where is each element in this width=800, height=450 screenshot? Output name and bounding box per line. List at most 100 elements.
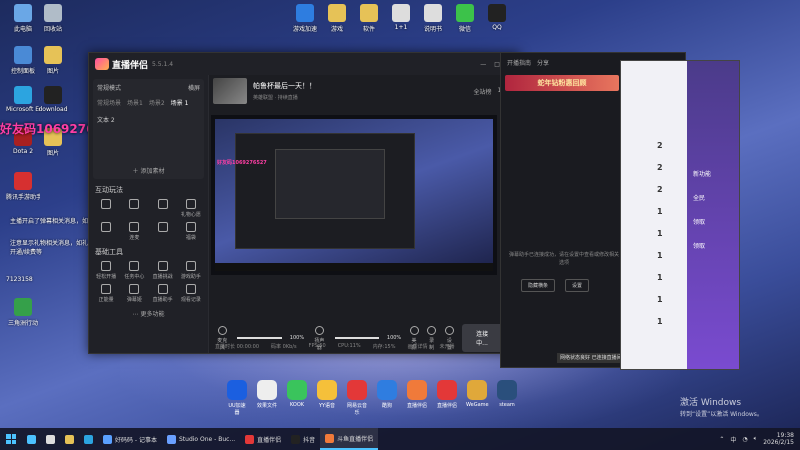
dock-app[interactable]: WeGame <box>466 380 489 416</box>
taskbar-app[interactable] <box>79 428 98 450</box>
orientation-label[interactable]: 横屏 <box>188 83 200 92</box>
interactive-tool[interactable] <box>150 222 176 241</box>
interactive-tool[interactable] <box>93 222 119 241</box>
tab-scene-1[interactable]: 场景1 <box>127 98 143 107</box>
task-panel[interactable]: 222111111 新功能 全民 领取 领取 <box>620 60 740 370</box>
interactive-tool[interactable]: 礼物心愿 <box>178 199 204 218</box>
dock-app-icon <box>407 380 427 400</box>
basic-tool[interactable]: 游戏助手 <box>178 261 204 280</box>
basic-tool[interactable]: 弹幕姬 <box>121 284 147 303</box>
stream-title[interactable]: 帕鲁杯最后一天！！ <box>253 81 316 91</box>
desktop-icon[interactable]: 说明书 <box>416 4 450 33</box>
chat-tab-guide[interactable]: 开播指南 <box>507 58 531 67</box>
side-banner-text[interactable]: 领取 <box>693 241 705 250</box>
basic-tool[interactable]: 轻松开播 <box>93 261 119 280</box>
interactive-tool[interactable]: 福袋 <box>178 222 204 241</box>
chat-settings-button[interactable]: 设置 <box>565 279 590 292</box>
side-banner-text[interactable]: 全民 <box>693 193 705 202</box>
tab-scene-2[interactable]: 场景2 <box>149 98 165 107</box>
start-button[interactable] <box>0 428 22 450</box>
dock-app[interactable]: YY语音 <box>316 380 338 416</box>
desktop-icon[interactable]: download <box>36 86 70 113</box>
desktop-icon[interactable]: QQ <box>480 4 514 31</box>
desktop-icon[interactable]: 软件 <box>352 4 386 33</box>
desktop-icon[interactable]: 回收站 <box>36 4 70 33</box>
dock-app[interactable]: 酷狗 <box>376 380 398 416</box>
dock-app[interactable]: 网易云音乐 <box>346 380 368 416</box>
taskbar-app[interactable]: 好码码 - 记事本 <box>98 428 162 450</box>
interactive-tool[interactable] <box>150 199 176 218</box>
desktop-icon[interactable]: 三角洲行动 <box>6 298 40 327</box>
chat-tab-share[interactable]: 分享 <box>537 58 549 67</box>
desktop-icon-label: 游戏 <box>330 26 343 33</box>
app-statusbar: 直播时长 00:00:00 码率 0Kb/s FPS:60 CPU:11% 内存:15%… <box>209 339 519 353</box>
add-source-button[interactable]: ＋ 添加素材 <box>93 166 204 175</box>
interactive-tool[interactable] <box>121 199 147 218</box>
source-item[interactable]: 文本 2 <box>97 115 200 124</box>
more-features-button[interactable]: ⋯ 更多功能 <box>89 309 208 318</box>
wifi-icon[interactable]: ◔ <box>742 436 747 443</box>
taskbar-app[interactable]: 直播伴侣 <box>240 428 286 450</box>
dock-app[interactable]: UU加速器 <box>226 380 248 416</box>
dock-app[interactable]: steam <box>496 380 518 416</box>
stream-infobar: 帕鲁杯最后一天！！ 英雄联盟 · 持续直播 全站榜 12 0 <box>209 75 519 107</box>
tool-icon <box>129 222 140 232</box>
taskbar-app[interactable]: 斗鱼直播伴侣 <box>320 428 379 450</box>
side-banner-text[interactable]: 新功能 <box>693 169 711 178</box>
basic-tool[interactable]: 任务中心 <box>121 261 147 280</box>
dock-app[interactable]: KOOK <box>286 380 308 416</box>
hide-bar-button[interactable]: 隐藏横条 <box>521 279 556 292</box>
speaker-icon <box>314 325 324 335</box>
chevron-up-icon[interactable]: ⌃ <box>719 436 724 443</box>
basic-tool[interactable]: 直播挑战 <box>150 261 176 280</box>
tool-label: 礼物心愿 <box>180 212 201 218</box>
tab-scene-0[interactable]: 常规场景 <box>97 98 121 107</box>
desktop-icon[interactable]: 此电脑 <box>6 4 40 33</box>
basic-tool[interactable]: 观看记录 <box>178 284 204 303</box>
tool-label: 正能量 <box>98 297 114 303</box>
app-titlebar[interactable]: 直播伴侣 5.5.1.4 — □ ✕ <box>89 53 519 75</box>
basic-tool[interactable]: 正能量 <box>93 284 119 303</box>
dock-app-label: 效果文件 <box>256 403 277 409</box>
volume-icon[interactable]: 🔈︎ <box>754 435 758 443</box>
clock-time: 19:38 <box>776 432 794 439</box>
desktop-icon[interactable]: 控制面板 <box>6 46 40 75</box>
desktop-icon[interactable]: 1+1 <box>384 4 418 31</box>
dock-app[interactable]: 直播伴侣 <box>406 380 428 416</box>
desktop-icon[interactable]: 游戏 <box>320 4 354 33</box>
mode-label[interactable]: 常规模式 <box>97 83 121 92</box>
input-method-indicator[interactable]: 中 <box>730 435 736 444</box>
desktop-icon[interactable]: 腾讯手游助手 <box>6 172 40 201</box>
stream-cover-thumbnail[interactable] <box>213 78 247 104</box>
taskbar-app[interactable] <box>60 428 79 450</box>
dock-app[interactable]: 直播伴侣 <box>436 380 458 416</box>
dock-app[interactable]: 效果文件 <box>256 380 278 416</box>
stream-preview[interactable]: 好友码1069276527 <box>211 115 497 275</box>
desktop-icon[interactable]: 游戏加速 <box>288 4 322 33</box>
app-logo-icon <box>95 58 109 70</box>
minimize-icon[interactable]: — <box>480 61 486 68</box>
live-companion-window[interactable]: 直播伴侣 5.5.1.4 — □ ✕ 常规模式 横屏 常规场景 场景1 场景2 … <box>88 52 520 354</box>
desktop-icon[interactable]: 图片 <box>36 46 70 75</box>
taskbar-app[interactable] <box>22 428 41 450</box>
tool-icon <box>157 261 168 271</box>
side-banner-text[interactable]: 领取 <box>693 217 705 226</box>
overlay-text-line: 7123158 <box>6 276 33 283</box>
stream-category[interactable]: 英雄联盟 · 持续直播 <box>253 94 316 101</box>
interactive-tool[interactable]: 连麦 <box>121 222 147 241</box>
taskbar-app[interactable] <box>41 428 60 450</box>
interactive-tool[interactable] <box>93 199 119 218</box>
taskbar-app[interactable]: Studio One - Buc... <box>162 428 240 450</box>
tab-scene-active[interactable]: 场景 1 <box>171 98 189 107</box>
dock-app-icon <box>287 380 307 400</box>
interactive-section-title: 互动玩法 <box>95 186 123 194</box>
desktop-icon[interactable]: Microsoft Edge <box>6 86 40 113</box>
taskbar-app[interactable]: 抖音 <box>286 428 320 450</box>
basic-tool[interactable]: 直播助手 <box>150 284 176 303</box>
desktop-icon[interactable]: 微信 <box>448 4 482 33</box>
taskbar-app-icon <box>245 434 255 444</box>
clock[interactable]: 19:38 2026/2/15 <box>763 432 794 446</box>
promo-banner[interactable]: 蛇年钻粉惠回顾 <box>505 75 619 91</box>
task-count: 1 <box>657 207 663 216</box>
stat-leaderboard[interactable]: 全站榜 <box>474 87 492 96</box>
